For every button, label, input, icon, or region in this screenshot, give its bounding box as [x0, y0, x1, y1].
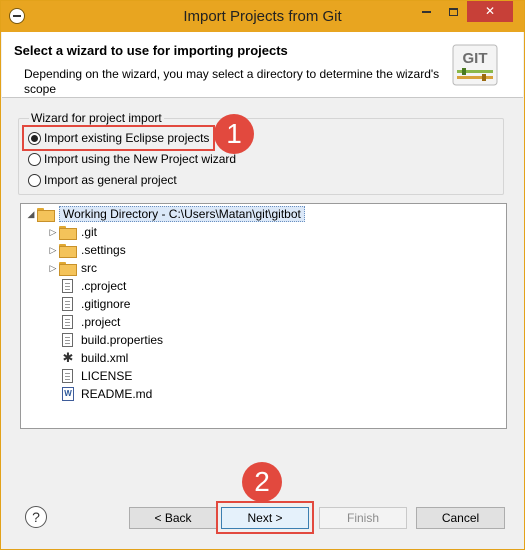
expand-arrow-icon[interactable]: ▷	[47, 263, 59, 274]
tree-item-label: build.properties	[81, 333, 164, 347]
radio-unselected-icon[interactable]	[28, 152, 41, 166]
minimize-icon	[422, 10, 431, 13]
tree-item-license[interactable]: LICENSE	[59, 367, 132, 385]
tree-item-label: src	[81, 261, 97, 275]
back-button[interactable]: < Back	[129, 507, 217, 529]
collapse-arrow-icon[interactable]: ◢	[25, 209, 37, 220]
file-icon	[62, 333, 73, 347]
tree-item-project[interactable]: .project	[59, 313, 120, 331]
annotation-highlight-option	[22, 125, 215, 151]
tree-item-label: .project	[81, 315, 121, 329]
tree-item-src[interactable]: ▷ src	[47, 259, 97, 277]
tree-item-readme[interactable]: W README.md	[59, 385, 152, 403]
radio-unselected-icon[interactable]	[28, 173, 41, 187]
folder-icon	[59, 244, 77, 258]
tree-item-settings[interactable]: ▷ .settings	[47, 241, 126, 259]
wizard-header: Select a wizard to use for importing pro…	[2, 32, 523, 98]
tree-item-label: LICENSE	[81, 369, 133, 383]
tree-item-label: .cproject	[81, 279, 127, 293]
radio-label: Import using the New Project wizard	[44, 152, 237, 166]
title-bar[interactable]: Import Projects from Git ✕	[1, 1, 524, 32]
help-button[interactable]: ?	[25, 506, 47, 528]
radio-new-project-wizard[interactable]: Import using the New Project wizard	[28, 151, 236, 167]
minimize-button[interactable]	[413, 1, 440, 22]
tree-item-build-xml[interactable]: ✱ build.xml	[59, 349, 129, 367]
radio-general-project[interactable]: Import as general project	[28, 172, 177, 188]
wizard-group-title: Wizard for project import	[29, 111, 164, 125]
tree-root-row[interactable]: ◢ Working Directory - C:\Users\Matan\git…	[25, 205, 305, 223]
git-logo-icon: GIT	[452, 44, 498, 86]
finish-button: Finish	[319, 507, 407, 529]
tree-item-label: README.md	[81, 387, 153, 401]
working-directory-tree[interactable]: ◢ Working Directory - C:\Users\Matan\git…	[20, 203, 507, 429]
file-icon	[62, 279, 73, 293]
annotation-step-badge: 2	[242, 462, 282, 502]
tree-item-label: .gitignore	[81, 297, 131, 311]
maximize-button[interactable]	[440, 1, 467, 22]
expand-arrow-icon[interactable]: ▷	[47, 245, 59, 256]
ant-icon: ✱	[62, 350, 74, 365]
maximize-icon	[449, 7, 458, 16]
folder-icon	[59, 262, 77, 276]
close-button[interactable]: ✕	[467, 1, 513, 22]
tree-item-build-properties[interactable]: build.properties	[59, 331, 163, 349]
git-logo-text: GIT	[463, 50, 488, 67]
tree-root-label[interactable]: Working Directory - C:\Users\Matan\git\g…	[59, 206, 305, 222]
tree-item-git[interactable]: ▷ .git	[47, 223, 97, 241]
import-projects-dialog: Import Projects from Git ✕ Select a wiza…	[0, 0, 525, 550]
expand-arrow-icon[interactable]: ▷	[47, 227, 59, 238]
annotation-step-badge: 1	[214, 114, 254, 154]
annotation-highlight-next	[216, 501, 314, 534]
tree-item-cproject[interactable]: .cproject	[59, 277, 126, 295]
wizard-description: Depending on the wizard, you may select …	[24, 67, 440, 96]
tree-item-label: build.xml	[81, 351, 129, 365]
folder-icon	[59, 226, 77, 240]
tree-item-gitignore[interactable]: .gitignore	[59, 295, 130, 313]
tree-item-label: .git	[81, 225, 98, 239]
wizard-title: Select a wizard to use for importing pro…	[14, 43, 288, 58]
cancel-button[interactable]: Cancel	[416, 507, 505, 529]
radio-label: Import as general project	[44, 173, 177, 187]
file-icon	[62, 315, 73, 329]
file-icon	[62, 369, 73, 383]
tree-item-label: .settings	[81, 243, 126, 257]
word-document-icon: W	[62, 387, 74, 401]
open-folder-icon	[37, 208, 55, 222]
file-icon	[62, 297, 73, 311]
